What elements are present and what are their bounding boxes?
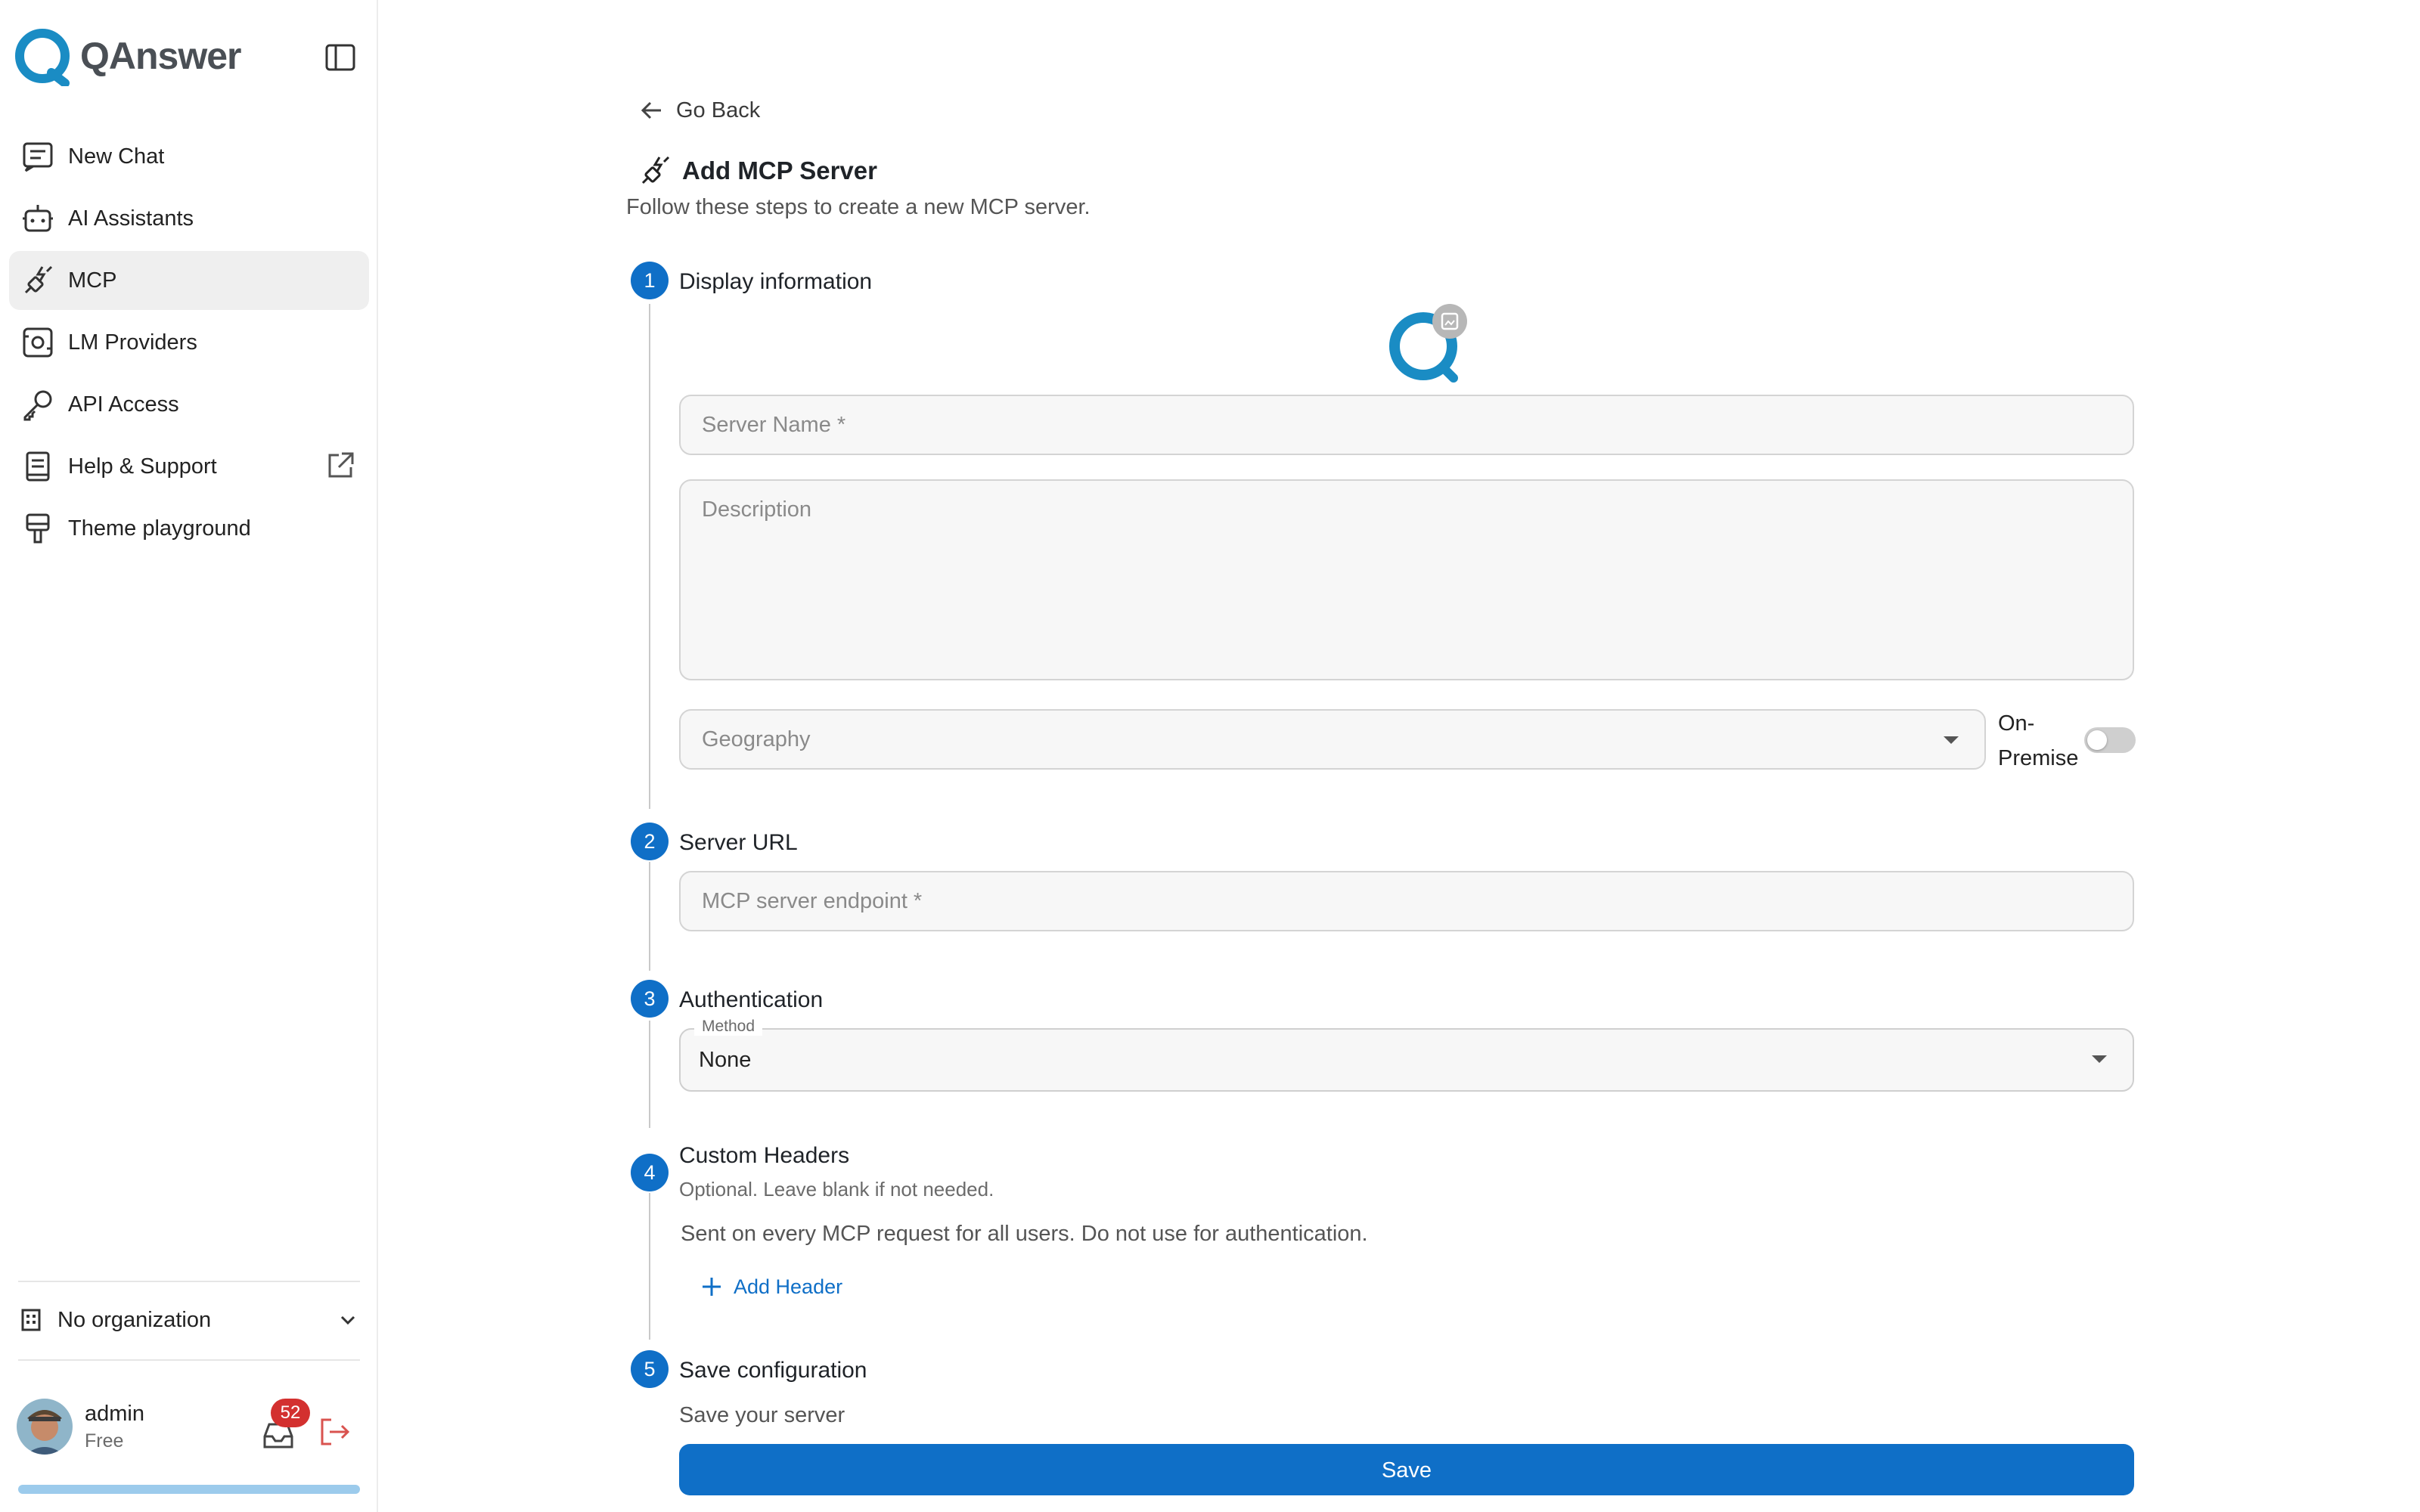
step-connector [649,1193,650,1340]
paint-brush-icon [20,510,56,547]
sidebar-divider [18,1359,360,1361]
sidebar-item-label: Theme playground [68,516,251,541]
sidebar-item-theme-playground[interactable]: Theme playground [9,499,369,558]
user-name: admin [85,1402,144,1426]
endpoint-field[interactable] [679,871,2134,931]
go-back-button[interactable]: Go Back [638,94,760,127]
logout-icon[interactable] [316,1414,352,1450]
avatar[interactable] [17,1399,73,1455]
sidebar-item-label: API Access [68,392,179,417]
add-header-label: Add Header [734,1275,843,1298]
sidebar-item-label: Help & Support [68,454,217,479]
description-field[interactable] [679,479,2134,680]
method-label: Method [694,1018,763,1036]
caret-down-icon [1944,736,1959,744]
user-plan: Free [85,1430,124,1452]
book-icon [20,448,56,485]
go-back-label: Go Back [676,98,761,122]
step-connector [649,862,650,971]
arrow-left-icon [641,101,661,119]
plug-icon [641,156,670,184]
server-name-field[interactable] [679,395,2134,455]
step-number: 2 [631,823,669,860]
sidebar-item-mcp[interactable]: MCP [9,251,369,310]
step-number: 4 [631,1154,669,1191]
server-name-input[interactable] [681,396,2133,454]
sidebar-item-api-access[interactable]: API Access [9,375,369,434]
sidebar-item-label: LM Providers [68,330,197,355]
step-number: 3 [631,980,669,1018]
auth-method-select[interactable]: Method None [679,1018,2134,1092]
description-input[interactable] [681,481,2133,679]
chevron-down-icon [340,1315,355,1325]
sidebar-item-ai-assistants[interactable]: AI Assistants [9,189,369,248]
brand-name: QAnswer [80,35,242,77]
brand-logo[interactable]: QAnswer [12,24,242,88]
user-profile: admin Free 52 [17,1399,361,1456]
on-premise-label: On-Premise [1998,711,2079,770]
step-description: Optional. Leave blank if not needed. [679,1178,994,1201]
geography-select[interactable]: Geography [679,709,1986,770]
step-title: Server URL [679,830,798,855]
upload-image-icon[interactable] [1432,304,1467,339]
sidebar-toggle-icon[interactable] [324,41,357,74]
organization-selector[interactable]: No organization [18,1294,360,1346]
main-content: Go Back Add MCP Server Follow these step… [378,0,2420,1512]
sidebar-item-new-chat[interactable]: New Chat [9,127,369,186]
step-description: Save your server [679,1403,845,1427]
plug-icon [20,262,56,299]
qanswer-logo-icon [15,29,70,86]
page-subtitle: Follow these steps to create a new MCP s… [626,195,1091,219]
endpoint-input[interactable] [681,872,2133,930]
usage-progress-fill [18,1485,360,1494]
sidebar-divider [18,1281,360,1282]
building-icon [21,1309,41,1331]
sidebar-item-lm-providers[interactable]: LM Providers [9,313,369,372]
save-button[interactable]: Save [679,1444,2134,1495]
organization-label: No organization [57,1307,212,1332]
app: QAnswer New Chat AI Assistants MCP LM Pr… [0,0,2420,1512]
step-title: Save configuration [679,1358,867,1383]
key-icon [20,386,56,423]
sidebar-item-help-support[interactable]: Help & Support [9,437,369,496]
add-header-button[interactable]: Add Header [700,1270,842,1303]
sidebar: QAnswer New Chat AI Assistants MCP LM Pr… [0,0,378,1512]
step-title: Custom Headers [679,1143,850,1168]
step-title: Display information [679,269,873,294]
page-header: Add MCP Server [638,154,877,187]
step-connector [649,304,650,809]
step-number: 5 [631,1350,669,1388]
chat-icon [20,138,56,175]
toggle-knob [2087,730,2107,750]
caret-down-icon [2092,1055,2107,1063]
sidebar-nav: New Chat AI Assistants MCP LM Providers [9,127,369,561]
chip-icon [20,324,56,361]
sidebar-item-label: New Chat [68,144,165,169]
step-connector [649,1021,650,1128]
notification-badge: 52 [271,1399,310,1427]
usage-progress-bar [18,1485,360,1494]
headers-note: Sent on every MCP request for all users.… [681,1222,1368,1246]
sidebar-item-label: AI Assistants [68,206,194,231]
geography-placeholder: Geography [702,727,811,751]
sidebar-item-label: MCP [68,268,117,293]
external-link-icon[interactable] [325,451,355,481]
step-title: Authentication [679,987,824,1012]
on-premise-toggle[interactable] [2084,727,2136,753]
method-value: None [699,1048,752,1072]
robot-icon [20,200,56,237]
step-number: 1 [631,262,669,299]
page-title: Add MCP Server [682,156,877,184]
plus-icon [703,1278,721,1296]
